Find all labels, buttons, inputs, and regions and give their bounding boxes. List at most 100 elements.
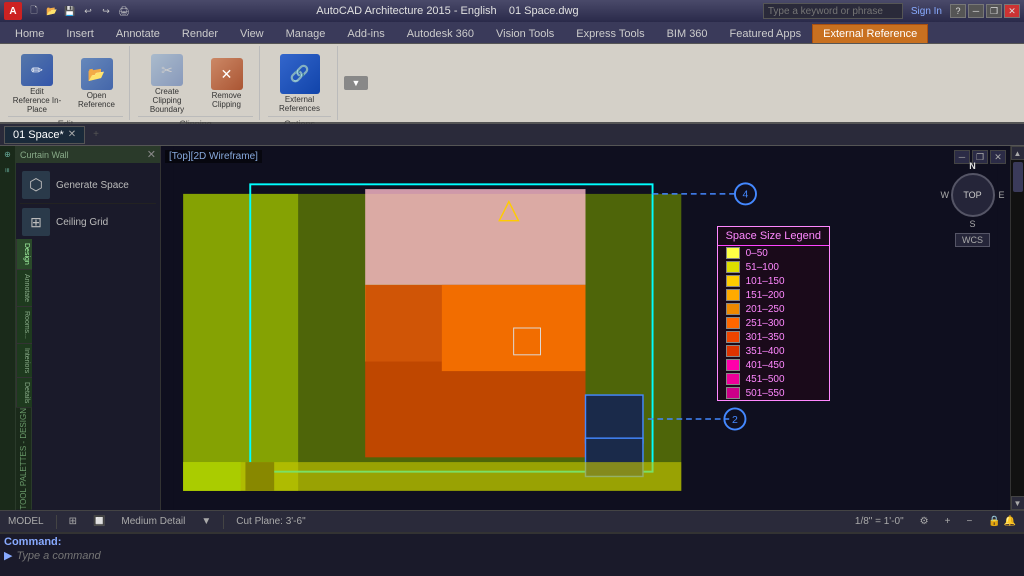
tab-home[interactable]: Home [4, 24, 55, 43]
palette-header: Curtain Wall ✕ [16, 146, 160, 163]
wcs-btn[interactable]: WCS [955, 233, 990, 247]
status-sep-2 [223, 515, 224, 529]
command-input-row: ▶ [4, 549, 1020, 562]
win-minimize[interactable]: ─ [968, 4, 984, 18]
new-tab-btn[interactable]: + [89, 129, 103, 140]
palette-tab-rooms[interactable]: Rooms... [17, 307, 32, 344]
viewport-label: [Top][2D Wireframe] [165, 150, 262, 163]
command-prompt: ▶ [4, 549, 12, 562]
legend-item-51-100: 51–100 [718, 260, 829, 274]
doc-tab-close-btn[interactable]: ✕ [68, 129, 76, 140]
win-help[interactable]: ? [950, 4, 966, 18]
legend-range-301-350: 301–350 [746, 332, 785, 343]
create-clip-label: Create Clipping Boundary [142, 88, 192, 114]
palette-item-generate-space[interactable]: ⬡ Generate Space [20, 167, 156, 204]
external-references-btn[interactable]: 🔗 External References [268, 52, 331, 116]
qa-new[interactable]: 🗋 [26, 3, 42, 19]
compass-circle: TOP [951, 173, 995, 217]
status-minus-icon[interactable]: − [962, 516, 976, 527]
tab-autodesk360[interactable]: Autodesk 360 [396, 24, 485, 43]
legend-item-251-300: 251–300 [718, 316, 829, 330]
workarea: ⊕ ≡ Curtain Wall ✕ ⬡ Generate Space ⊞ [0, 146, 1024, 510]
palette-tab-annotate[interactable]: Annotate [17, 270, 32, 307]
ribbon-tabs: Home Insert Annotate Render View Manage … [0, 22, 1024, 44]
title-bar-left: A 🗋 📂 💾 ↩ ↪ 🖨 [4, 2, 132, 20]
legend-range-151-200: 151–200 [746, 290, 785, 301]
qa-save[interactable]: 💾 [62, 3, 78, 19]
qa-undo[interactable]: ↩ [80, 3, 96, 19]
palette-tab-details[interactable]: Details [17, 378, 32, 408]
create-clipping-btn[interactable]: ✂ Create Clipping Boundary [138, 52, 196, 116]
lps-snap[interactable]: ⊕ [2, 146, 13, 163]
tab-express[interactable]: Express Tools [565, 24, 655, 43]
win-restore[interactable]: ❐ [986, 4, 1002, 18]
title-center: AutoCAD Architecture 2015 - English 01 S… [132, 5, 763, 17]
ribbon-group-edit: ✏ Edit Reference In-Place 📂 Open Referen… [2, 46, 130, 120]
open-reference-btn[interactable]: 📂 Open Reference [70, 56, 123, 112]
status-icons-group: 🔒 🔔 [984, 516, 1020, 527]
palette-tab-interiors[interactable]: Interiors [17, 344, 32, 378]
command-area: Command: ▶ [0, 532, 1024, 576]
tab-manage[interactable]: Manage [275, 24, 337, 43]
tab-annotate[interactable]: Annotate [105, 24, 171, 43]
palette-inner: Curtain Wall ✕ ⬡ Generate Space ⊞ Ceilin… [16, 146, 160, 239]
palette-close-btn[interactable]: ✕ [147, 148, 156, 161]
edit-reference-inplace-btn[interactable]: ✏ Edit Reference In-Place [8, 52, 66, 116]
tab-vision[interactable]: Vision Tools [485, 24, 565, 43]
palette-tab-design[interactable]: Design [17, 239, 32, 270]
main-viewport[interactable]: [Top][2D Wireframe] ─ ❐ ✕ [161, 146, 1010, 510]
legend-range-451-500: 451–500 [746, 374, 785, 385]
compass: N TOP W E S WCS [945, 161, 1000, 241]
legend-color-0-50 [726, 247, 740, 259]
tab-bim360[interactable]: BIM 360 [656, 24, 719, 43]
doc-tab-name: 01 Space* [13, 129, 64, 141]
status-detail[interactable]: Medium Detail [117, 516, 189, 527]
scroll-up-btn[interactable]: ▲ [1011, 146, 1024, 160]
win-close[interactable]: ✕ [1004, 4, 1020, 18]
tab-external-reference[interactable]: External Reference [812, 24, 928, 43]
palette-item-ceiling-grid[interactable]: ⊞ Ceiling Grid [20, 204, 156, 239]
legend-color-251-300 [726, 317, 740, 329]
ribbon-dropdown[interactable]: ▼ [344, 76, 368, 90]
generate-space-icon: ⬡ [22, 171, 50, 199]
search-input[interactable] [763, 3, 903, 19]
command-label: Command: [4, 536, 61, 548]
tool-palettes-panel: Curtain Wall ✕ ⬡ Generate Space ⊞ Ceilin… [16, 146, 161, 510]
qa-open[interactable]: 📂 [44, 3, 60, 19]
legend-item-201-250: 201–250 [718, 302, 829, 316]
create-clip-icon: ✂ [151, 54, 183, 86]
floor-plan-svg: 4 2 [161, 146, 1010, 510]
status-grid-icon: ⊞ [65, 516, 81, 527]
tab-render[interactable]: Render [171, 24, 229, 43]
tab-featured[interactable]: Featured Apps [719, 24, 813, 43]
qa-redo[interactable]: ↪ [98, 3, 114, 19]
doc-tab-space[interactable]: 01 Space* ✕ [4, 126, 85, 144]
command-textbox[interactable] [16, 550, 1020, 562]
command-header: Command: [4, 536, 1020, 548]
status-detail-chevron[interactable]: ▼ [197, 516, 215, 527]
legend-color-101-150 [726, 275, 740, 287]
ribbon-extra: ▼ [344, 46, 368, 120]
tab-addins[interactable]: Add-ins [336, 24, 395, 43]
remove-clipping-btn[interactable]: ✕ Remove Clipping [200, 56, 253, 112]
tab-insert[interactable]: Insert [55, 24, 105, 43]
scroll-down-btn[interactable]: ▼ [1011, 496, 1024, 510]
legend-range-0-50: 0–50 [746, 248, 768, 259]
ceiling-grid-icon: ⊞ [22, 208, 50, 236]
ceiling-grid-label: Ceiling Grid [56, 217, 108, 228]
scroll-thumb[interactable] [1013, 162, 1023, 192]
lps-layers[interactable]: ≡ [2, 163, 13, 178]
legend-item-301-350: 301–350 [718, 330, 829, 344]
app-logo: A [4, 2, 22, 20]
qa-print[interactable]: 🖨 [116, 3, 132, 19]
left-palette-strip: ⊕ ≡ [0, 146, 16, 510]
tab-view[interactable]: View [229, 24, 275, 43]
sign-in-btn[interactable]: Sign In [905, 6, 948, 17]
svg-text:2: 2 [732, 414, 738, 426]
remove-clip-label: Remove Clipping [204, 92, 249, 110]
title-bar: A 🗋 📂 💾 ↩ ↪ 🖨 AutoCAD Architecture 2015 … [0, 0, 1024, 22]
ribbon-panel: ✏ Edit Reference In-Place 📂 Open Referen… [0, 44, 1024, 124]
scroll-track[interactable] [1011, 160, 1024, 496]
status-settings-icon[interactable]: ⚙ [916, 516, 933, 527]
status-plus-icon[interactable]: + [941, 516, 955, 527]
